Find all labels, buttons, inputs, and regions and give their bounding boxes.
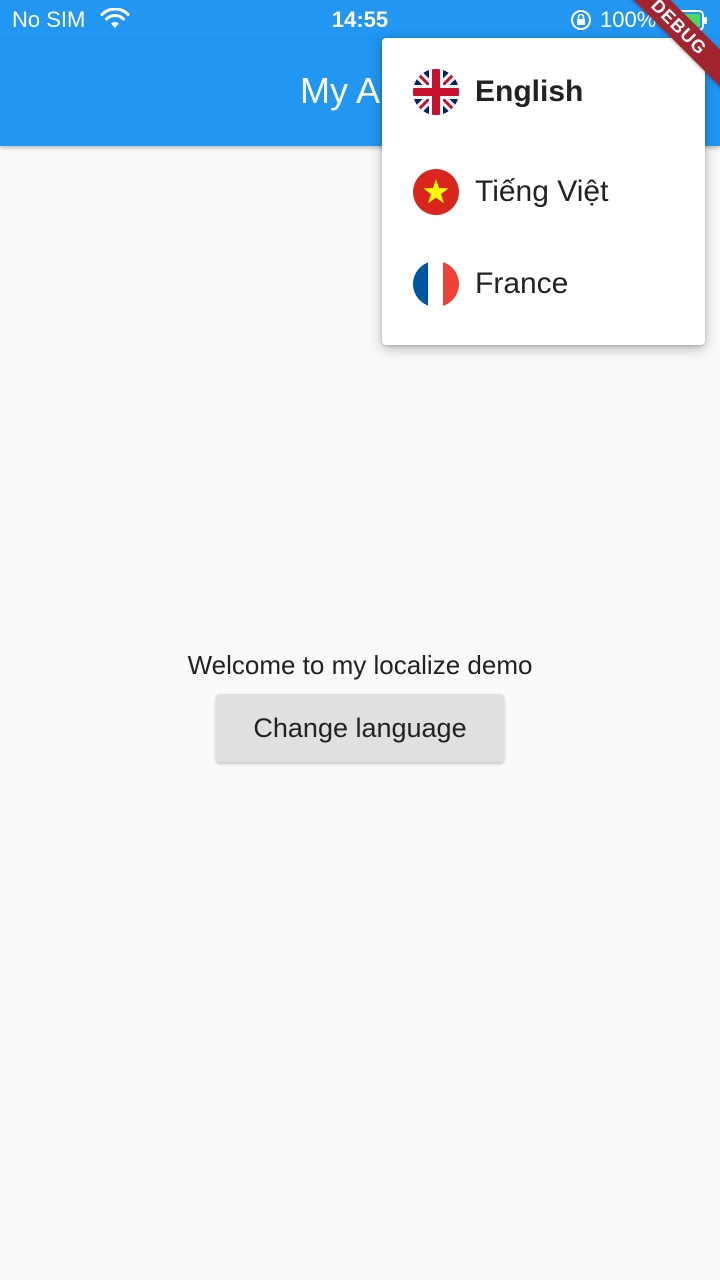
france-flag-icon — [413, 261, 459, 307]
change-language-button[interactable]: Change language — [216, 694, 504, 762]
welcome-text: Welcome to my localize demo — [187, 650, 533, 680]
menu-item-vietnamese[interactable]: Tiếng Việt — [382, 146, 705, 238]
uk-flag-icon — [413, 69, 459, 115]
menu-item-label: France — [475, 267, 569, 300]
menu-item-english[interactable]: English — [382, 46, 705, 138]
status-bar: No SIM 14:55 100% — [0, 0, 720, 40]
menu-item-label: English — [475, 75, 584, 108]
menu-item-france[interactable]: France — [382, 238, 705, 330]
menu-item-label: Tiếng Việt — [475, 175, 609, 208]
orientation-lock-icon — [570, 9, 592, 37]
vietnam-flag-icon — [413, 169, 459, 215]
language-popup-menu: English Tiếng Việt France — [382, 38, 705, 345]
